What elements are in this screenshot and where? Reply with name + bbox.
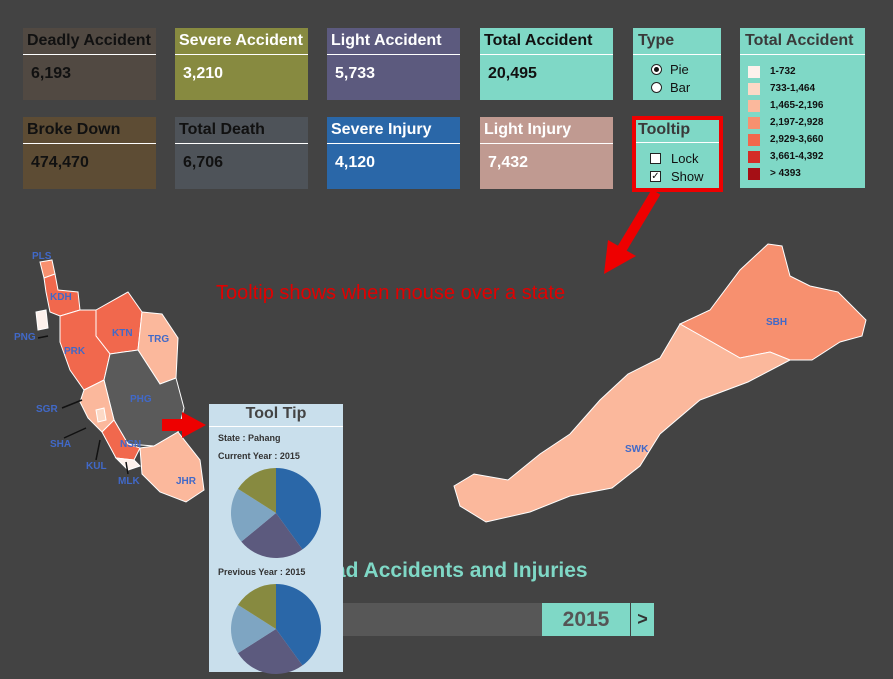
legend-item: 733-1,464 [740,80,865,97]
legend-label: > 4393 [770,168,801,179]
legend-swatch [748,82,760,95]
legend-item: > 4393 [740,165,865,182]
type-panel: Type Pie Bar [633,28,721,100]
radio-icon[interactable] [651,63,662,75]
type-option-bar[interactable]: Bar [633,78,721,96]
checkbox-icon[interactable]: ✓ [650,170,661,182]
radio-icon[interactable] [651,81,662,93]
kpi-label: Total Accident [480,28,613,55]
legend-swatch [748,133,760,146]
tooltip-title: Tool Tip [209,404,343,427]
legend-label: 1,465-2,196 [770,100,824,111]
type-option-label: Pie [670,61,689,77]
kpi-label: Light Accident [327,28,460,55]
legend-item: 3,661-4,392 [740,148,865,165]
legend-panel: Total Accident 1-732 733-1,464 1,465-2,196… [740,28,865,188]
legend-swatch [748,65,760,78]
legend-label: 2,197-2,928 [770,117,824,128]
tooltip-option-label: Lock [671,150,699,166]
legend-item: 1-732 [740,63,865,80]
kpi-label: Severe Injury [327,117,460,144]
kpi-value: 5,733 [335,65,376,82]
footer-title: Road Accidents and Injuries [306,559,588,582]
kpi-value: 20,495 [488,65,537,82]
kpi-light-accident: Light Accident 5,733 [327,28,460,100]
kpi-total-accident: Total Accident 20,495 [480,28,613,100]
type-panel-title: Type [633,28,721,55]
year-value: 2015 [562,608,610,631]
previous-year-pie [231,584,321,674]
tooltip-panel-title: Tooltip [636,120,719,143]
tooltip-panel: Tooltip Lock ✓ Show [636,120,719,188]
year-slider-track[interactable] [318,603,544,636]
tooltip-option-label: Show [671,168,704,184]
tooltip-popup: Tool Tip State : Pahang Current Year : 2… [209,404,343,674]
kpi-value: 7,432 [488,154,529,171]
current-year-pie [231,468,321,558]
legend-label: 2,929-3,660 [770,134,824,145]
next-year-button[interactable]: > [631,603,654,636]
tooltip-option-show[interactable]: ✓ Show [636,167,719,185]
state-label-sbh: SBH [766,317,788,328]
tooltip-state: State : Pahang [218,433,281,443]
state-label-swk: SWK [625,444,649,455]
type-option-label: Bar [670,79,691,95]
kpi-value: 4,120 [335,154,376,171]
tooltip-current-year: Current Year : 2015 [218,451,300,461]
legend-swatch [748,167,760,180]
legend-title: Total Accident [740,28,865,55]
year-display[interactable]: 2015 [542,603,630,636]
kpi-light-injury: Light Injury 7,432 [480,117,613,189]
type-option-pie[interactable]: Pie [633,60,721,78]
legend-item: 1,465-2,196 [740,97,865,114]
legend-swatch [748,116,760,129]
legend-label: 1-732 [770,66,796,77]
tooltip-previous-year: Previous Year : 2015 [218,567,306,577]
tooltip-pointer-arrow [162,412,206,438]
legend-label: 733-1,464 [770,83,816,94]
legend-swatch [748,99,760,112]
checkbox-icon[interactable] [650,152,661,164]
legend-label: 3,661-4,392 [770,151,824,162]
chevron-right-icon: > [637,609,648,629]
legend-swatch [748,150,760,163]
kpi-label: Light Injury [480,117,613,144]
east-malaysia-map [453,243,867,523]
kpi-severe-injury: Severe Injury 4,120 [327,117,460,189]
legend-item: 2,929-3,660 [740,131,865,148]
legend-item: 2,197-2,928 [740,114,865,131]
tooltip-option-lock[interactable]: Lock [636,149,719,167]
